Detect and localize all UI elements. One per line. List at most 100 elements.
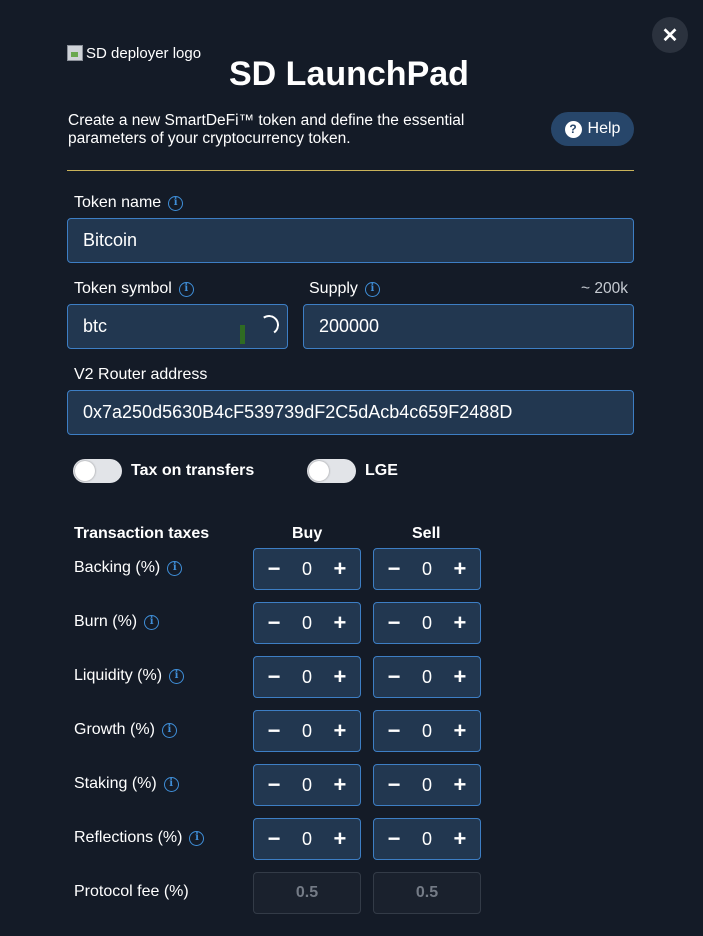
tax-on-transfers-label: Tax on transfers <box>131 462 255 479</box>
token-name-label: Token name i <box>74 193 184 213</box>
help-button[interactable]: ? Help <box>551 112 634 146</box>
stepper-value[interactable]: 0 <box>302 559 312 580</box>
stepper-value[interactable]: 0 <box>422 613 432 634</box>
logo-alt-text: SD deployer logo <box>86 45 202 62</box>
minus-button[interactable]: − <box>266 612 282 634</box>
plus-button[interactable]: + <box>332 720 348 742</box>
toggle-knob <box>309 461 329 481</box>
info-icon[interactable]: i <box>167 560 183 576</box>
supply-input[interactable]: 200000 <box>303 304 634 349</box>
protocol-fee-label-text: Protocol fee (%) <box>74 883 189 900</box>
plus-button[interactable]: + <box>452 828 468 850</box>
plus-button[interactable]: + <box>452 666 468 688</box>
info-icon[interactable]: i <box>144 614 160 630</box>
minus-button[interactable]: − <box>266 720 282 742</box>
tax-row-label-text: Backing (%) <box>74 559 161 576</box>
help-label: Help <box>587 120 621 137</box>
plus-button[interactable]: + <box>452 720 468 742</box>
liquidity-buy-stepper: − 0 + <box>253 656 361 698</box>
stepper-value[interactable]: 0 <box>422 775 432 796</box>
reflections-sell-stepper: − 0 + <box>373 818 481 860</box>
app-title: SD LaunchPad <box>229 55 469 93</box>
stepper-value[interactable]: 0 <box>302 775 312 796</box>
status-indicator <box>240 325 245 344</box>
deployer-logo: SD deployer logo <box>67 45 201 62</box>
burn-sell-stepper: − 0 + <box>373 602 481 644</box>
token-name-input[interactable]: Bitcoin <box>67 218 634 263</box>
minus-button[interactable]: − <box>386 774 402 796</box>
intro-text: Create a new SmartDeFi™ token and define… <box>68 112 465 147</box>
stepper-value[interactable]: 0 <box>302 721 312 742</box>
minus-button[interactable]: − <box>386 666 402 688</box>
token-name-label-text: Token name <box>74 194 162 211</box>
router-address-input[interactable]: 0x7a250d5630B4cF539739dF2C5dAcb4c659F248… <box>67 390 634 435</box>
staking-buy-stepper: − 0 + <box>253 764 361 806</box>
minus-button[interactable]: − <box>386 612 402 634</box>
broken-image-icon <box>67 45 83 61</box>
minus-button[interactable]: − <box>386 828 402 850</box>
tax-on-transfers-toggle[interactable] <box>73 459 122 483</box>
plus-button[interactable]: + <box>332 666 348 688</box>
plus-button[interactable]: + <box>452 558 468 580</box>
info-icon[interactable]: i <box>364 281 380 297</box>
minus-button[interactable]: − <box>266 774 282 796</box>
backing-buy-stepper: − 0 + <box>253 548 361 590</box>
router-address-value: 0x7a250d5630B4cF539739dF2C5dAcb4c659F248… <box>83 402 513 422</box>
router-label: V2 Router address <box>74 365 207 385</box>
tax-row-label: Growth (%) i <box>74 720 177 740</box>
stepper-value[interactable]: 0 <box>302 829 312 850</box>
burn-buy-stepper: − 0 + <box>253 602 361 644</box>
tax-row-label-text: Liquidity (%) <box>74 667 163 684</box>
stepper-value[interactable]: 0 <box>422 559 432 580</box>
minus-button[interactable]: − <box>266 666 282 688</box>
growth-sell-stepper: − 0 + <box>373 710 481 752</box>
protocol-fee-buy: 0.5 <box>253 872 361 914</box>
token-symbol-input[interactable]: btc <box>67 304 288 349</box>
lge-toggle[interactable] <box>307 459 356 483</box>
staking-sell-stepper: − 0 + <box>373 764 481 806</box>
info-icon[interactable]: i <box>178 281 194 297</box>
close-icon: ✕ <box>661 24 679 47</box>
info-icon[interactable]: i <box>189 830 205 846</box>
toggle-knob <box>75 461 95 481</box>
minus-button[interactable]: − <box>266 828 282 850</box>
minus-button[interactable]: − <box>386 720 402 742</box>
info-icon[interactable]: i <box>169 668 185 684</box>
supply-hint: ~ 200k <box>581 280 628 297</box>
protocol-fee-sell: 0.5 <box>373 872 481 914</box>
info-icon[interactable]: i <box>168 195 184 211</box>
tax-row-label: Liquidity (%) i <box>74 666 185 686</box>
reflections-buy-stepper: − 0 + <box>253 818 361 860</box>
liquidity-sell-stepper: − 0 + <box>373 656 481 698</box>
stepper-value[interactable]: 0 <box>302 613 312 634</box>
minus-button[interactable]: − <box>386 558 402 580</box>
tax-row-label-text: Growth (%) <box>74 721 155 738</box>
question-circle-icon: ? <box>564 120 582 138</box>
plus-button[interactable]: + <box>452 774 468 796</box>
stepper-value[interactable]: 0 <box>422 829 432 850</box>
growth-buy-stepper: − 0 + <box>253 710 361 752</box>
info-icon[interactable]: i <box>161 722 177 738</box>
supply-label: Supply i <box>309 279 380 299</box>
plus-button[interactable]: + <box>332 558 348 580</box>
tax-row-label: Reflections (%) i <box>74 828 205 848</box>
token-name-value: Bitcoin <box>83 230 138 250</box>
router-label-text: V2 Router address <box>74 366 208 383</box>
minus-button[interactable]: − <box>266 558 282 580</box>
close-button[interactable]: ✕ <box>652 17 688 53</box>
stepper-value[interactable]: 0 <box>302 667 312 688</box>
backing-sell-stepper: − 0 + <box>373 548 481 590</box>
lge-label: LGE <box>365 462 398 479</box>
info-icon[interactable]: i <box>163 776 179 792</box>
plus-button[interactable]: + <box>452 612 468 634</box>
sell-heading: Sell <box>412 525 441 542</box>
divider <box>67 170 634 171</box>
plus-button[interactable]: + <box>332 774 348 796</box>
stepper-value[interactable]: 0 <box>422 667 432 688</box>
tax-row-label-text: Reflections (%) <box>74 829 183 846</box>
tax-row-label-text: Burn (%) <box>74 613 138 630</box>
plus-button[interactable]: + <box>332 828 348 850</box>
supply-value: 200000 <box>319 316 380 336</box>
stepper-value[interactable]: 0 <box>422 721 432 742</box>
plus-button[interactable]: + <box>332 612 348 634</box>
